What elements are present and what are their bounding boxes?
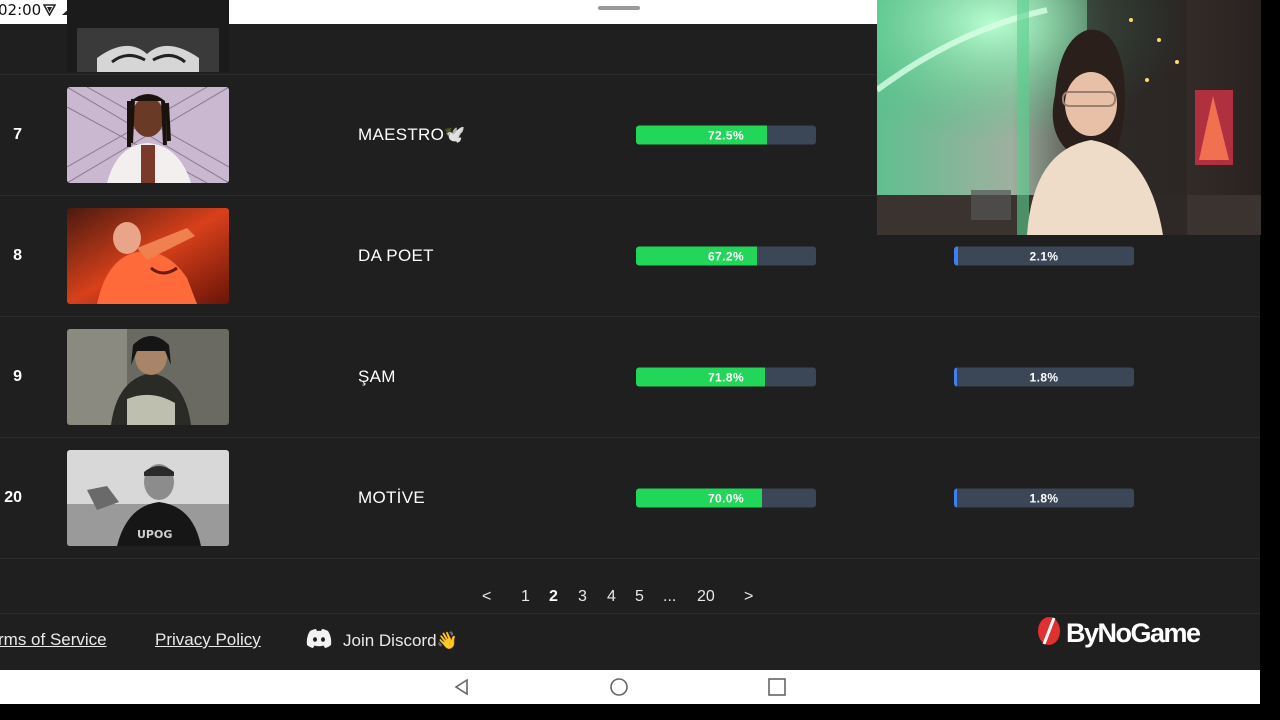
table-row[interactable]: 9 ŞAM 71.8% 1.8%	[0, 317, 1260, 438]
rank-number: 7	[13, 126, 22, 143]
page-link-current[interactable]: 2	[549, 588, 558, 606]
artist-name[interactable]: MOTİVE	[358, 488, 425, 508]
pick-rate-label: 1.8%	[1029, 370, 1059, 384]
artist-thumbnail[interactable]	[67, 329, 229, 425]
status-time: 02:00	[0, 1, 42, 19]
win-rate-label: 67.2%	[707, 249, 745, 263]
artist-thumbnail[interactable]	[67, 87, 229, 183]
pagination-prev-button[interactable]: <	[482, 588, 491, 606]
rank-number: 9	[13, 368, 22, 385]
page-link[interactable]: 1	[521, 588, 530, 606]
terms-of-service-link[interactable]: rms of Service	[0, 630, 107, 650]
vpn-icon	[42, 3, 56, 17]
bynogame-logo[interactable]: ByNoGame	[1036, 615, 1201, 651]
rank-number: 20	[4, 489, 22, 506]
page-ellipsis: ...	[663, 588, 677, 605]
win-rate-label: 70.0%	[707, 491, 745, 505]
logo-text: ByNoGame	[1066, 617, 1201, 648]
artist-thumbnail[interactable]	[67, 0, 229, 72]
drag-handle[interactable]	[598, 6, 640, 10]
footer: rms of Service Privacy Policy Join Disco…	[0, 615, 1260, 670]
pagination-next-button[interactable]: >	[744, 588, 753, 606]
page-link[interactable]: 20	[697, 588, 715, 606]
win-rate-bar: 70.0%	[636, 488, 816, 508]
page-link[interactable]: 5	[635, 588, 644, 606]
back-icon[interactable]	[452, 677, 472, 697]
page-link[interactable]: 4	[607, 588, 616, 606]
privacy-policy-link[interactable]: Privacy Policy	[155, 630, 261, 650]
recents-icon[interactable]	[767, 677, 787, 697]
artist-name[interactable]: DA POET	[358, 246, 434, 266]
pagination: < 1 2 3 4 5 ... 20 >	[0, 558, 1260, 614]
pick-rate-bar: 2.1%	[954, 246, 1134, 266]
system-navigation-bar	[0, 670, 1260, 704]
logo-mark-icon	[1036, 615, 1062, 651]
win-rate-bar: 72.5%	[636, 125, 816, 145]
pick-rate-bar: 1.8%	[954, 488, 1134, 508]
pick-rate-bar: 1.8%	[954, 367, 1134, 387]
pick-rate-label: 1.8%	[1029, 491, 1059, 505]
table-row[interactable]: 20 UPOG MOTİVE 70.0% 1.8%	[0, 438, 1260, 559]
artist-name[interactable]: ŞAM	[358, 367, 396, 387]
page-link[interactable]: 3	[578, 588, 587, 606]
artist-thumbnail[interactable]: UPOG	[67, 450, 229, 546]
pick-rate-label: 2.1%	[1029, 249, 1059, 263]
rank-number: 8	[13, 247, 22, 264]
win-rate-bar: 71.8%	[636, 367, 816, 387]
artist-thumbnail[interactable]	[67, 208, 229, 304]
home-icon[interactable]	[609, 677, 629, 697]
join-discord-label: Join Discord👋	[343, 630, 458, 650]
win-rate-label: 72.5%	[707, 128, 745, 142]
win-rate-label: 71.8%	[707, 370, 745, 384]
discord-icon	[305, 628, 333, 653]
win-rate-bar: 67.2%	[636, 246, 816, 266]
artist-name[interactable]: MAESTRO🕊️	[358, 125, 466, 145]
webcam-overlay	[877, 0, 1261, 235]
join-discord-link[interactable]: Join Discord👋	[305, 628, 458, 653]
svg-text:UPOG: UPOG	[137, 528, 172, 541]
